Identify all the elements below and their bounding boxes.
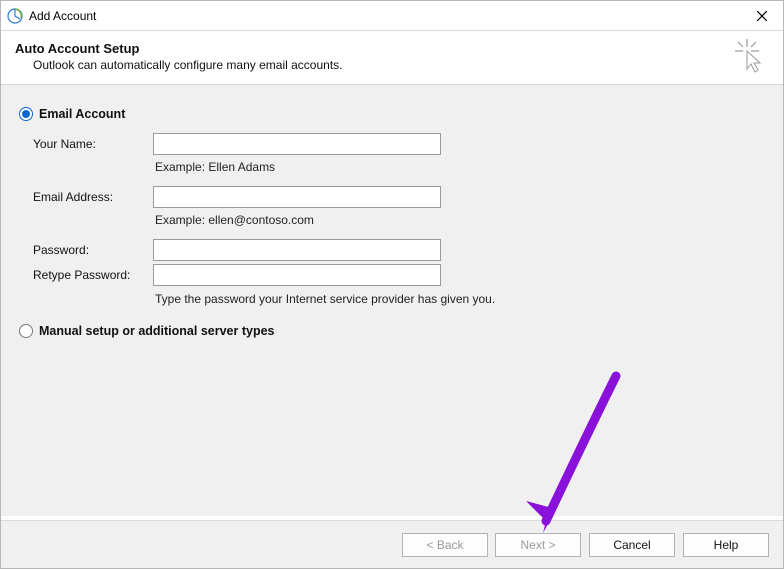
window-title: Add Account <box>29 9 96 23</box>
click-cursor-icon <box>735 39 765 69</box>
password-input[interactable] <box>153 239 441 261</box>
email-label: Email Address: <box>33 190 153 204</box>
cancel-button[interactable]: Cancel <box>589 533 675 557</box>
password-hint: Type the password your Internet service … <box>153 290 495 306</box>
name-input[interactable] <box>153 133 441 155</box>
retype-password-label: Retype Password: <box>33 268 153 282</box>
radio-email-account[interactable]: Email Account <box>19 107 765 121</box>
password-label: Password: <box>33 243 153 257</box>
wizard-header: Auto Account Setup Outlook can automatic… <box>1 31 783 85</box>
email-hint: Example: ellen@contoso.com <box>153 211 314 227</box>
email-input[interactable] <box>153 186 441 208</box>
name-hint: Example: Ellen Adams <box>153 158 275 174</box>
name-label: Your Name: <box>33 137 153 151</box>
help-button[interactable]: Help <box>683 533 769 557</box>
next-button[interactable]: Next > <box>495 533 581 557</box>
radio-manual-setup-label: Manual setup or additional server types <box>39 324 274 338</box>
wizard-subtitle: Outlook can automatically configure many… <box>15 58 765 72</box>
outlook-icon <box>7 8 23 24</box>
retype-password-input[interactable] <box>153 264 441 286</box>
back-button[interactable]: < Back <box>402 533 488 557</box>
radio-manual-setup[interactable]: Manual setup or additional server types <box>19 324 765 338</box>
wizard-body: Email Account Your Name: Example: Ellen … <box>1 85 783 516</box>
radio-icon <box>19 324 33 338</box>
radio-icon <box>19 107 33 121</box>
wizard-footer: < Back Next > Cancel Help <box>1 520 783 568</box>
titlebar: Add Account <box>1 1 783 31</box>
radio-email-account-label: Email Account <box>39 107 125 121</box>
wizard-title: Auto Account Setup <box>15 41 765 56</box>
email-account-form: Your Name: Example: Ellen Adams Email Ad… <box>19 133 765 306</box>
close-button[interactable] <box>741 1 783 31</box>
